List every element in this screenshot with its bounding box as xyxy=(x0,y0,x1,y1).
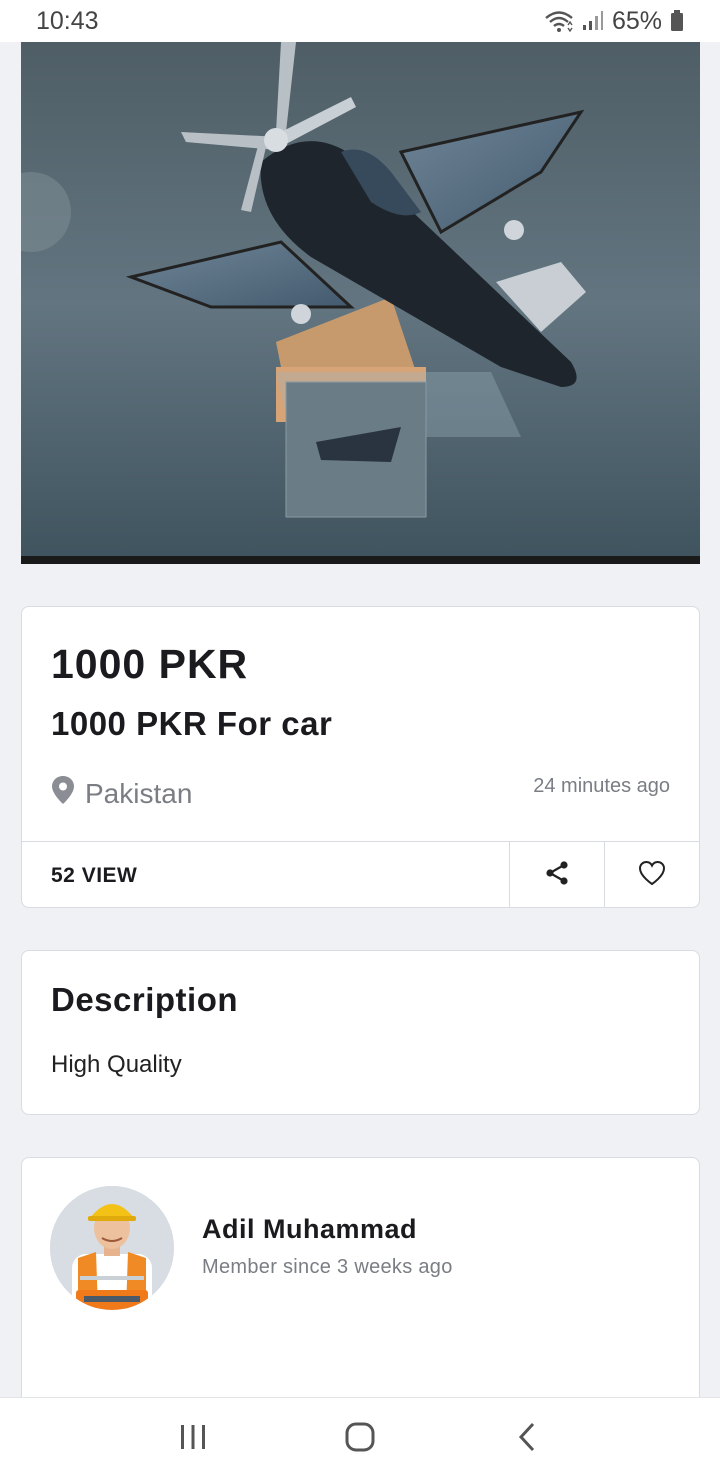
battery-level: 65% xyxy=(611,6,662,35)
share-icon xyxy=(543,859,571,892)
listing-actions: 52 VIEW xyxy=(22,841,699,907)
listing-card: 1000 PKR 1000 PKR For car Pakistan 24 mi… xyxy=(21,606,700,908)
seller-name[interactable]: Adil Muhammad xyxy=(202,1214,417,1245)
signal-icon xyxy=(582,9,604,33)
favorite-button[interactable] xyxy=(604,842,699,907)
product-image[interactable] xyxy=(21,42,700,564)
recent-apps-button[interactable] xyxy=(153,1409,233,1469)
status-time: 10:43 xyxy=(36,6,99,35)
wifi-icon xyxy=(544,9,574,33)
home-button[interactable] xyxy=(320,1409,400,1469)
seller-card[interactable]: Adil Muhammad Member since 3 weeks ago xyxy=(21,1157,700,1417)
listing-location: Pakistan xyxy=(51,775,192,812)
member-since: Member since 3 weeks ago xyxy=(202,1256,453,1278)
description-heading: Description xyxy=(51,981,239,1018)
listing-price: 1000 PKR xyxy=(51,641,249,687)
heart-icon xyxy=(638,860,666,891)
back-button[interactable] xyxy=(487,1409,567,1469)
share-button[interactable] xyxy=(509,842,604,907)
avatar[interactable] xyxy=(50,1186,174,1310)
recent-apps-icon xyxy=(178,1423,208,1456)
description-card: Description High Quality xyxy=(21,950,700,1115)
status-bar: 10:43 65% xyxy=(0,0,720,42)
home-icon xyxy=(344,1421,376,1458)
battery-icon xyxy=(670,9,684,33)
status-icons: 65% xyxy=(544,7,684,36)
posted-time: 24 minutes ago xyxy=(533,775,670,797)
description-text: High Quality xyxy=(51,1051,182,1078)
product-photo xyxy=(21,42,700,564)
listing-title: 1000 PKR For car xyxy=(51,705,333,742)
system-nav-bar xyxy=(0,1397,720,1480)
location-label: Pakistan xyxy=(85,777,193,809)
back-icon xyxy=(515,1421,539,1458)
location-pin-icon xyxy=(51,775,75,812)
view-count: 52 VIEW xyxy=(51,863,138,887)
